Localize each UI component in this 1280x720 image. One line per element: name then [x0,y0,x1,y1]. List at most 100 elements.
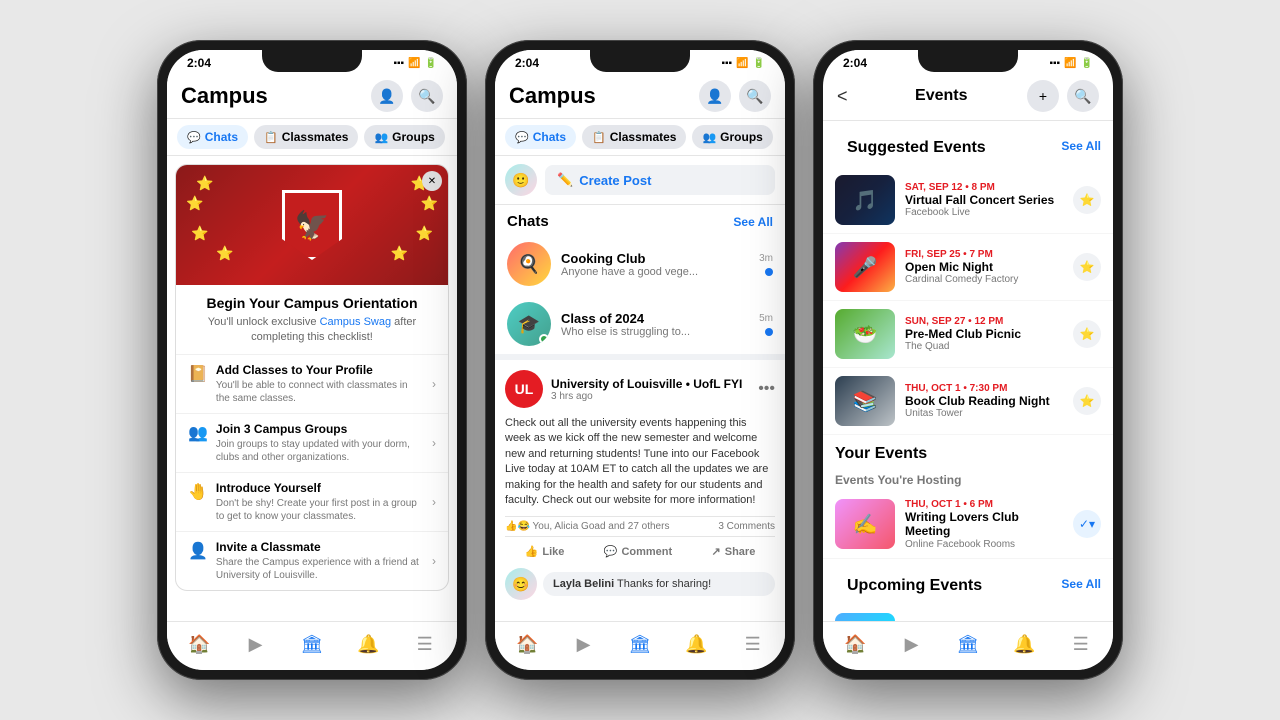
create-post-label: Create Post [579,173,651,188]
event-date-2: SUN, SEP 27 • 12 PM [905,316,1063,327]
orientation-subtitle: You'll unlock exclusive Campus Swag afte… [176,315,448,354]
battery-icon-3: 🔋 [1081,58,1093,69]
nav-home-3[interactable]: 🏠 [837,630,873,658]
comment-text-value: Thanks for sharing! [617,578,711,590]
search-icon-btn-2[interactable]: 🔍 [739,80,771,112]
events-header: < Events + 🔍 [823,72,1113,121]
share-btn[interactable]: ↗ Share [704,541,764,562]
nav-menu-1[interactable]: ☰ [407,630,443,658]
star-8: ⭐ [391,245,408,262]
like-btn[interactable]: 👍 Like [517,541,573,562]
nav-menu-3[interactable]: ☰ [1063,630,1099,658]
nav-video-3[interactable]: ▶ [894,630,930,658]
event-location-3: Unitas Tower [905,408,1063,419]
hosting-event-0[interactable]: ✍️ THU, OCT 1 • 6 PM Writing Lovers Club… [823,491,1113,559]
time-1: 2:04 [187,56,211,70]
tab-classmates-2[interactable]: 📋 Classmates [582,125,686,149]
event-item-3[interactable]: 📚 THU, OCT 1 • 7:30 PM Book Club Reading… [823,368,1113,435]
app-title-2: Campus [509,83,596,109]
chat-item-1[interactable]: 🎓 Class of 2024 Who else is struggling t… [495,294,785,354]
post-meta: University of Louisville • UofL FYI 3 hr… [551,377,750,402]
search-events-btn[interactable]: 🔍 [1067,80,1099,112]
event-item-0[interactable]: 🎵 SAT, SEP 12 • 8 PM Virtual Fall Concer… [823,167,1113,234]
tab-groups-2[interactable]: 👥 Groups [692,125,772,149]
like-icon: 👍 [525,545,539,558]
hosting-check-btn[interactable]: ✓▾ [1073,510,1101,538]
event-name-3: Book Club Reading Night [905,394,1063,408]
checklist-icon-0: 📔 [188,364,208,384]
tab-groups-1[interactable]: 👥 Groups [364,125,444,149]
post-author: University of Louisville • UofL FYI [551,377,750,391]
upcoming-see-all[interactable]: See All [1061,577,1101,591]
like-label: Like [542,546,564,558]
checklist-content-0: Add Classes to Your Profile You'll be ab… [216,363,424,405]
profile-icon-btn-2[interactable]: 👤 [699,80,731,112]
hosting-location-0: Online Facebook Rooms [905,539,1063,550]
upcoming-img-0: 🏢 [835,613,895,621]
upcoming-event-0[interactable]: 🏢 WED, SEP 16 • 5 PM Unitas Tower Meet-u… [823,605,1113,621]
checklist-content-2: Introduce Yourself Don't be shy! Create … [216,481,424,523]
checklist-item-0[interactable]: 📔 Add Classes to Your Profile You'll be … [176,354,448,413]
close-banner-btn[interactable]: ✕ [422,171,442,191]
checklist-item-3[interactable]: 👤 Invite a Classmate Share the Campus ex… [176,531,448,590]
app-title-1: Campus [181,83,268,109]
event-star-2[interactable]: ⭐ [1073,320,1101,348]
nav-campus-2[interactable]: 🏛 [622,630,658,658]
checklist-item-1[interactable]: 👥 Join 3 Campus Groups Join groups to st… [176,413,448,472]
chat-meta-1: 5m [759,313,773,336]
event-item-2[interactable]: 🥗 SUN, SEP 27 • 12 PM Pre-Med Club Picni… [823,301,1113,368]
search-icon-btn-1[interactable]: 🔍 [411,80,443,112]
bottom-nav-1: 🏠 ▶ 🏛 🔔 ☰ [167,621,457,670]
search-icon-3: 🔍 [1074,88,1091,105]
checklist-title-3: Invite a Classmate [216,540,424,554]
chats-see-all[interactable]: See All [733,215,773,229]
nav-video-1[interactable]: ▶ [238,630,274,658]
nav-home-1[interactable]: 🏠 [181,630,217,658]
nav-bell-3[interactable]: 🔔 [1006,630,1042,658]
post-more-btn[interactable]: ••• [758,380,775,398]
nav-bell-2[interactable]: 🔔 [678,630,714,658]
star-1: ⭐ [196,175,213,192]
profile-icon-btn-1[interactable]: 👤 [371,80,403,112]
nav-bell-1[interactable]: 🔔 [350,630,386,658]
checklist-item-2[interactable]: 🤚 Introduce Yourself Don't be shy! Creat… [176,472,448,531]
tab-classmates-1[interactable]: 📋 Classmates [254,125,358,149]
user-avatar-2: 🙂 [505,164,537,196]
event-star-3[interactable]: ⭐ [1073,387,1101,415]
add-event-btn[interactable]: + [1027,80,1059,112]
back-btn[interactable]: < [837,86,848,107]
chat-time-0: 3m [759,253,773,264]
event-location-2: The Quad [905,341,1063,352]
phone-2: 2:04 ▪▪▪ 📶 🔋 Campus 👤 🔍 [485,40,795,680]
hosting-label: Events You're Hosting [823,469,1113,491]
checklist-icon-2: 🤚 [188,482,208,502]
header-icons-1: 👤 🔍 [371,80,443,112]
chat-meta-0: 3m [759,253,773,276]
wifi-icon-2: 📶 [736,58,748,69]
chat-item-0[interactable]: 🍳 Cooking Club Anyone have a good vege..… [495,234,785,294]
time-3: 2:04 [843,56,867,70]
chats-title: Chats [507,213,549,230]
event-item-1[interactable]: 🎤 FRI, SEP 25 • 7 PM Open Mic Night Card… [823,234,1113,301]
event-star-1[interactable]: ⭐ [1073,253,1101,281]
chat-name-0: Cooking Club [561,251,749,266]
campus-swag-link[interactable]: Campus Swag [320,316,392,328]
create-post-icon: ✏️ [557,172,573,188]
commenter-name: Layla Belini [553,578,614,590]
tab-chats-2[interactable]: 💬 Chats [505,125,576,149]
suggested-see-all[interactable]: See All [1061,139,1101,153]
comment-bar: 😊 Layla Belini Thanks for sharing! [505,562,775,600]
event-star-0[interactable]: ⭐ [1073,186,1101,214]
create-post-btn[interactable]: ✏️ Create Post [545,165,775,195]
comment-label: Comment [621,546,672,558]
nav-video-2[interactable]: ▶ [566,630,602,658]
nav-campus-3[interactable]: 🏛 [950,630,986,658]
nav-campus-1[interactable]: 🏛 [294,630,330,658]
events-title: Events [856,87,1027,105]
tab-chats-1[interactable]: 💬 Chats [177,125,248,149]
comment-btn[interactable]: 💬 Comment [596,541,680,562]
hosting-date-0: THU, OCT 1 • 6 PM [905,499,1063,510]
app-header-2: Campus 👤 🔍 [495,72,785,119]
nav-menu-2[interactable]: ☰ [735,630,771,658]
nav-home-2[interactable]: 🏠 [509,630,545,658]
